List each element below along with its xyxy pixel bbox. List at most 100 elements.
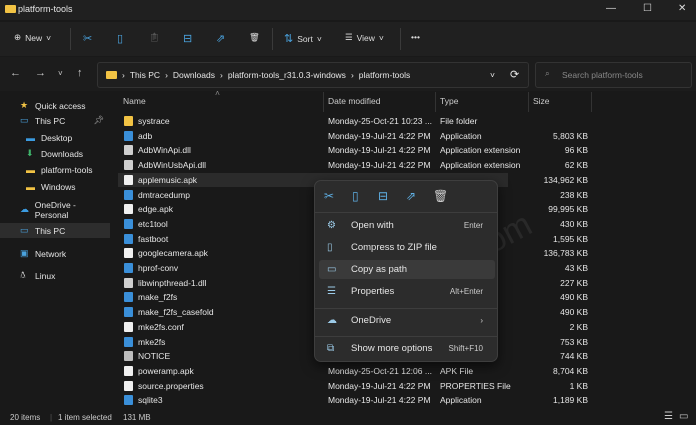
- menu-item-compress-to-zip-file[interactable]: ▯ Compress to ZIP file: [319, 238, 495, 257]
- column-header-name[interactable]: Name: [123, 96, 146, 106]
- address-area: ← → ˅ ↑ › This PC › Downloads › platform-t…: [0, 57, 696, 91]
- tiles-view-icon[interactable]: ▭: [679, 411, 688, 422]
- sidebar-item[interactable]: ⬇ Downloads: [0, 146, 110, 161]
- sidebar-item[interactable]: ▭ This PC 📌︎: [0, 113, 110, 128]
- app-icon: [124, 292, 133, 303]
- delete-icon[interactable]: 🗑︎: [433, 189, 448, 203]
- menu-item-label: Show more options: [351, 343, 433, 354]
- menu-item-show-more-options[interactable]: ⧉ Show more options Shift+F10: [319, 339, 495, 358]
- rename-icon[interactable]: ⊟: [183, 32, 192, 45]
- sidebar-item[interactable]: ▬ Windows: [0, 179, 110, 194]
- close-button[interactable]: ✕: [678, 3, 686, 14]
- file-name: AdbWinUsbApi.dll: [138, 160, 207, 171]
- file-row[interactable]: AdbWinApi.dll Monday-19-Jul-21 4:22 PM A…: [118, 143, 588, 158]
- recent-chevron-icon[interactable]: ˅: [58, 69, 63, 78]
- sidebar-item-label: Network: [35, 248, 67, 259]
- sidebar-item[interactable]: ▬ platform-tools: [0, 162, 110, 177]
- breadcrumb-this-pc[interactable]: This PC: [130, 70, 160, 80]
- refresh-icon[interactable]: ⟳: [510, 68, 519, 81]
- file-name: googlecamera.apk: [138, 248, 208, 259]
- sidebar-item-label: Linux: [35, 270, 56, 281]
- sort-button[interactable]: ⇅ Sort ˅: [284, 32, 322, 45]
- file-icon: [124, 365, 133, 376]
- search-input[interactable]: ⌕ Search platform-tools: [535, 62, 692, 88]
- breadcrumb-platform-tools-r31[interactable]: platform-tools_r31.0.3-windows: [228, 70, 346, 80]
- file-row[interactable]: systrace Monday-25-Oct-21 10:23 ... File…: [118, 114, 508, 129]
- file-name: mke2fs: [138, 336, 166, 347]
- file-size: 99,995 KB: [548, 204, 588, 215]
- file-type: APK File: [440, 365, 474, 376]
- file-row[interactable]: source.properties Monday-19-Jul-21 4:22 …: [118, 379, 588, 394]
- new-button[interactable]: ⊕ New ˅: [14, 32, 51, 43]
- menu-item-label: Compress to ZIP file: [351, 242, 437, 253]
- minimize-button[interactable]: —: [606, 3, 616, 14]
- sidebar-item[interactable]: ▬ Desktop: [0, 130, 110, 145]
- share-icon[interactable]: ⇗: [216, 32, 225, 45]
- address-bar[interactable]: › This PC › Downloads › platform-tools_r31…: [97, 62, 529, 88]
- cut-icon[interactable]: ✂: [324, 189, 334, 203]
- sidebar-item[interactable]: 🐧︎ Linux: [0, 268, 110, 283]
- file-name: make_f2fs: [138, 292, 178, 303]
- file-size: 134,962 KB: [543, 174, 588, 185]
- menu-item-open-with[interactable]: ⚙ Open with Enter: [319, 216, 495, 235]
- menu-item-onedrive[interactable]: ☁ OneDrive ›: [319, 311, 495, 330]
- column-header-size[interactable]: Size: [533, 96, 550, 106]
- back-icon[interactable]: ←: [10, 67, 21, 79]
- menu-item-label: Open with: [351, 220, 394, 231]
- item-count: 20 items: [10, 413, 41, 422]
- column-header-type[interactable]: Type: [440, 96, 458, 106]
- maximize-button[interactable]: ☐: [643, 3, 652, 14]
- share-icon[interactable]: ⇗: [406, 189, 416, 203]
- history-chevron-icon[interactable]: ˅: [490, 70, 495, 80]
- menu-shortcut: Alt+Enter: [449, 287, 483, 296]
- file-row[interactable]: adb Monday-19-Jul-21 4:22 PM Application…: [118, 129, 588, 144]
- file-name: etc1tool: [138, 218, 168, 229]
- delete-icon[interactable]: 🗑︎: [249, 32, 260, 43]
- app-icon: [124, 263, 133, 273]
- file-icon: [124, 248, 133, 259]
- folder-icon: ▬: [26, 181, 35, 192]
- selection-size: 131 MB: [123, 413, 151, 422]
- sidebar-item[interactable]: ★ Quick access: [0, 98, 110, 113]
- sidebar-item[interactable]: ▭ This PC: [0, 223, 110, 238]
- sort-label: Sort: [297, 33, 313, 44]
- file-icon: [124, 380, 133, 391]
- folder-icon: [5, 5, 16, 13]
- more-button[interactable]: •••: [411, 32, 420, 42]
- view-label: View: [356, 32, 375, 43]
- view-icon: ☰: [345, 32, 353, 42]
- sidebar-item-label: This PC: [35, 115, 66, 126]
- rename-icon[interactable]: ⊟: [378, 189, 388, 203]
- divider: [272, 28, 273, 50]
- view-button[interactable]: ☰ View ˅: [345, 32, 384, 43]
- file-name: mke2fs.conf: [138, 321, 184, 332]
- file-size: 1 KB: [569, 380, 588, 391]
- file-row[interactable]: AdbWinUsbApi.dll Monday-19-Jul-21 4:22 P…: [118, 158, 588, 173]
- menu-item-properties[interactable]: ☰ Properties Alt+Enter: [319, 282, 495, 301]
- file-name: make_f2fs_casefold: [138, 307, 214, 318]
- copy-icon[interactable]: ▯: [117, 32, 123, 45]
- search-placeholder: Search platform-tools: [562, 70, 643, 80]
- sidebar-item[interactable]: ▣ Network: [0, 246, 110, 261]
- copy-icon[interactable]: ▯: [352, 189, 359, 203]
- file-type: File folder: [440, 116, 478, 126]
- file-size: 490 KB: [560, 307, 588, 318]
- forward-icon[interactable]: →: [35, 67, 46, 79]
- new-label: New: [25, 32, 43, 43]
- menu-item-label: Properties: [351, 286, 395, 297]
- cut-icon[interactable]: ✂: [83, 32, 92, 45]
- dll-icon: [124, 145, 133, 156]
- up-icon[interactable]: ↑: [77, 67, 83, 79]
- details-view-icon[interactable]: ☰: [664, 411, 673, 422]
- sidebar-item[interactable]: ☁ OneDrive - Personal: [0, 200, 110, 220]
- file-row[interactable]: poweramp.apk Monday-25-Oct-21 12:06 ... …: [118, 364, 588, 379]
- file-size: 8,704 KB: [553, 365, 588, 376]
- file-type: Application extension: [440, 145, 521, 156]
- breadcrumb-platform-tools[interactable]: platform-tools: [359, 70, 411, 80]
- column-header-date[interactable]: Date modified: [328, 96, 380, 106]
- file-row[interactable]: sqlite3 Monday-19-Jul-21 4:22 PM Applica…: [118, 393, 588, 408]
- command-bar: ⊕ New ˅ ✂ ▯ 📋︎ ⊟ ⇗ 🗑︎ ⇅ Sort ˅ ☰ View ˅ •••: [0, 22, 696, 56]
- menu-item-copy-as-path[interactable]: ▭ Copy as path: [319, 260, 495, 279]
- paste-icon[interactable]: 📋︎: [149, 32, 160, 43]
- breadcrumb-downloads[interactable]: Downloads: [173, 70, 215, 80]
